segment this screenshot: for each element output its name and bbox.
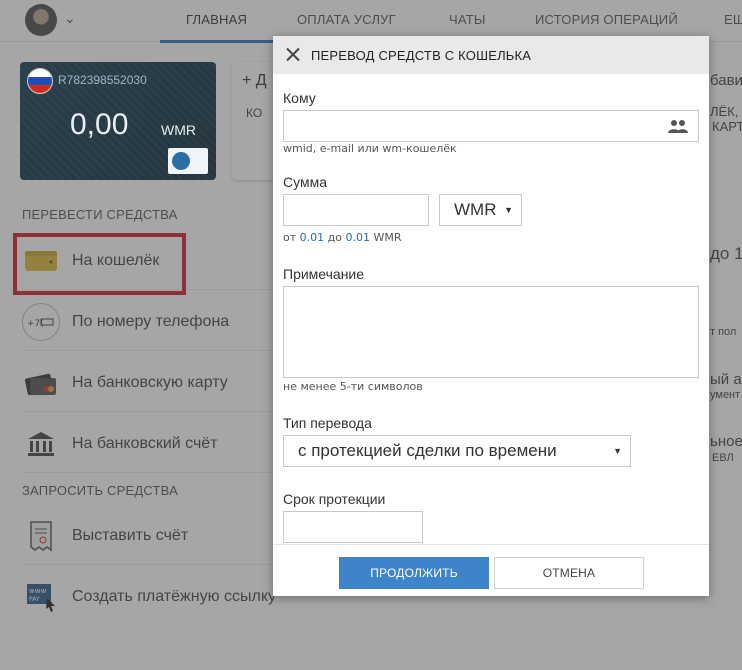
- dropdown-arrow-icon: ▼: [504, 205, 513, 215]
- note-label: Примечание: [283, 266, 365, 282]
- dialog-title: ПЕРЕВОД СРЕДСТВ С КОШЕЛЬКА: [311, 48, 532, 63]
- wallet-id: R782398552030: [58, 73, 147, 87]
- recipient-input[interactable]: [283, 110, 699, 142]
- webmoney-logo-icon: [168, 148, 208, 174]
- wallet-balance: 0,00: [70, 108, 129, 141]
- amount-input[interactable]: [283, 194, 429, 226]
- russia-flag-icon: [27, 68, 53, 94]
- amount-hint-currency: WMR: [373, 231, 402, 244]
- cancel-button[interactable]: ОТМЕНА: [494, 557, 644, 589]
- currency-select[interactable]: WMR ▼: [439, 194, 522, 226]
- amount-min: 0.01: [299, 231, 325, 244]
- continue-button[interactable]: ПРОДОЛЖИТЬ: [339, 557, 489, 589]
- note-hint: не менее 5-ти символов: [283, 380, 423, 393]
- dialog-body[interactable]: Кому wmid, e-mail или wm-кошелёк Сумма W…: [273, 74, 709, 544]
- transfer-type-select[interactable]: с протекцией сделки по времени ▼: [283, 435, 631, 467]
- close-icon[interactable]: [283, 45, 303, 65]
- recipient-label: Кому: [283, 90, 316, 106]
- amount-hint-prefix: от: [283, 231, 297, 244]
- wallet-currency: WMR: [161, 122, 196, 138]
- amount-hint: от 0.01 до 0.01 WMR: [283, 231, 402, 244]
- note-textarea[interactable]: [283, 286, 699, 378]
- protection-term-input[interactable]: [283, 511, 423, 543]
- amount-hint-mid: до: [327, 231, 342, 244]
- currency-selected: WMR: [454, 200, 497, 219]
- transfer-type-selected: с протекцией сделки по времени: [298, 441, 557, 460]
- dialog-footer: ПРОДОЛЖИТЬ ОТМЕНА: [273, 544, 709, 596]
- protection-term-label: Срок протекции: [283, 491, 386, 507]
- transfer-dialog: ПЕРЕВОД СРЕДСТВ С КОШЕЛЬКА Кому wmid, e-…: [273, 36, 709, 596]
- amount-label: Сумма: [283, 174, 327, 190]
- dropdown-arrow-icon: ▼: [613, 446, 622, 456]
- transfer-type-label: Тип перевода: [283, 415, 372, 431]
- recipient-hint: wmid, e-mail или wm-кошелёк: [283, 142, 457, 155]
- contacts-icon[interactable]: [667, 119, 689, 133]
- amount-max: 0.01: [345, 231, 370, 244]
- dialog-header: ПЕРЕВОД СРЕДСТВ С КОШЕЛЬКА: [273, 36, 709, 74]
